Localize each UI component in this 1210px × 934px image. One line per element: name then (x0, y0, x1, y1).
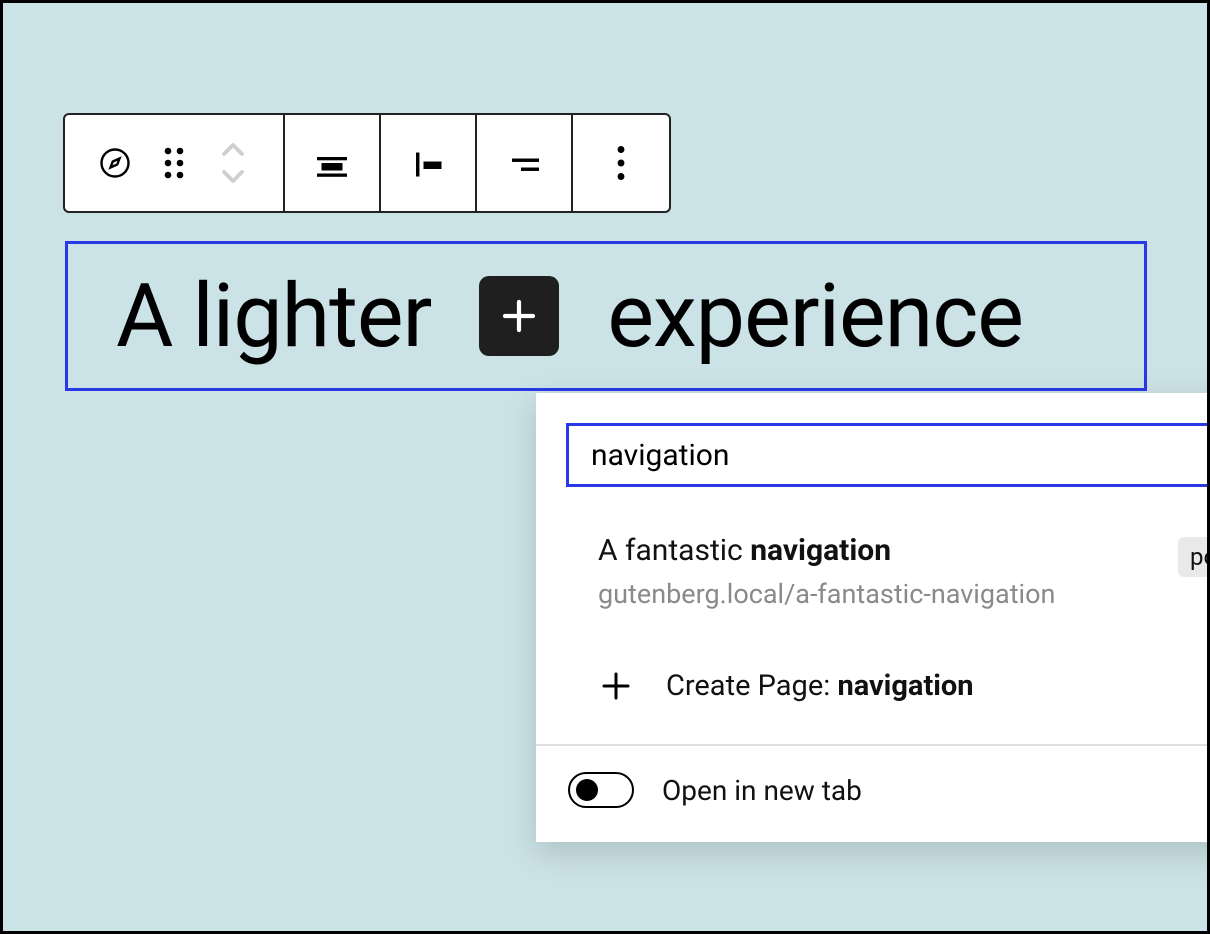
open-new-tab-label: Open in new tab (662, 774, 862, 807)
justify-left-icon (410, 145, 446, 181)
nav-item[interactable]: experience (607, 265, 1023, 368)
editor-canvas: A lighter experience A fantastic navigat… (0, 0, 1210, 934)
nav-item[interactable]: A (116, 265, 172, 368)
plus-icon (598, 668, 634, 704)
more-options-button[interactable] (573, 115, 669, 211)
link-search-input[interactable] (566, 423, 1210, 487)
open-new-tab-toggle[interactable] (568, 772, 634, 808)
navigation-block-icon[interactable] (97, 145, 133, 181)
link-popover: A fantastic navigation gutenberg.local/a… (536, 393, 1210, 842)
search-result[interactable]: A fantastic navigation gutenberg.local/a… (536, 487, 1210, 640)
orientation-button[interactable] (477, 115, 573, 211)
plus-icon (498, 295, 540, 337)
result-type-badge: po (1178, 537, 1210, 577)
open-new-tab-row: Open in new tab (536, 746, 1210, 842)
orientation-icon (506, 145, 542, 181)
navigation-block[interactable]: A lighter experience (65, 241, 1147, 391)
result-title: A fantastic navigation (598, 533, 1178, 568)
align-center-icon (314, 145, 350, 181)
create-page-option[interactable]: Create Page: navigation (536, 640, 1210, 744)
justify-button[interactable] (381, 115, 477, 211)
result-url: gutenberg.local/a-fantastic-navigation (598, 578, 1178, 610)
drag-handle-icon[interactable] (161, 145, 187, 181)
move-updown-icon[interactable] (215, 139, 251, 187)
add-block-button[interactable] (479, 276, 559, 356)
more-options-icon (616, 145, 626, 181)
align-button[interactable] (285, 115, 381, 211)
nav-item[interactable]: lighter (192, 265, 431, 368)
block-toolbar (63, 113, 671, 213)
toolbar-group-move (65, 115, 285, 211)
create-page-label: Create Page: navigation (666, 669, 974, 703)
